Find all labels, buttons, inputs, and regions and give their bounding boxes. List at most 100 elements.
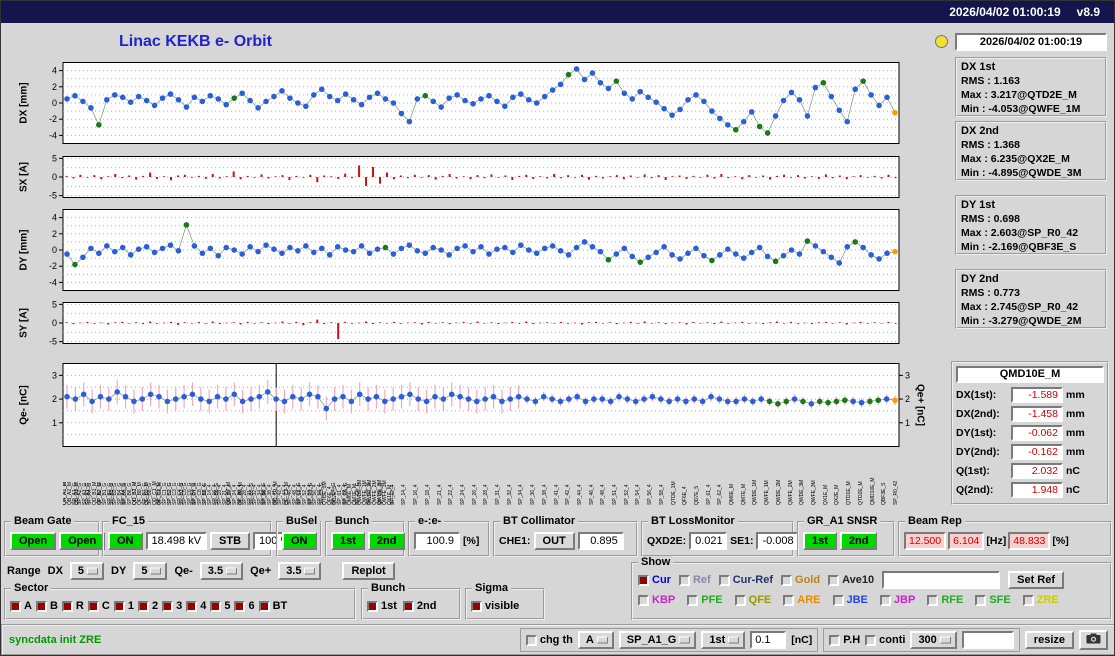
show-checkbox-rfe-box[interactable] [927, 594, 939, 606]
show-checkbox-rfe[interactable]: RFE [927, 594, 963, 606]
sector-checkbox-c[interactable]: C [87, 600, 110, 612]
set-ref-button[interactable]: Set Ref [1008, 571, 1065, 589]
sector-checkbox-6-box[interactable] [234, 600, 246, 612]
sector-checkbox-a-box[interactable] [10, 600, 21, 612]
show-checkbox-cur-ref-box[interactable] [718, 574, 730, 586]
sector-checkbox-r-box[interactable] [61, 600, 73, 612]
show-checkbox-ref-box[interactable] [678, 574, 690, 586]
beam-gate-open-1-button[interactable]: Open [10, 532, 57, 550]
show-checkbox-are[interactable]: ARE [783, 594, 821, 606]
show-checkbox-gold-box[interactable] [781, 574, 793, 586]
ph-checkbox-box[interactable] [829, 634, 841, 646]
bunch-select[interactable]: 1st [701, 631, 746, 649]
fc15-stb-button[interactable]: STB [210, 532, 251, 550]
sector-checkbox-bt[interactable]: BT [258, 600, 287, 612]
chg-th-checkbox[interactable]: chg th [525, 634, 573, 646]
bunch-1st-button[interactable]: 1st [331, 532, 365, 550]
show-checkbox-gold[interactable]: Gold [781, 574, 820, 586]
show-checkbox-kbp[interactable]: KBP [638, 594, 675, 606]
show-checkbox-ave10-box[interactable] [828, 574, 840, 586]
bunch-2nd-button[interactable]: 2nd [367, 532, 406, 550]
range-dy-select[interactable]: 5 [133, 562, 168, 580]
show-checkbox-jbe[interactable]: JBE [832, 594, 868, 606]
show-checkbox-cur[interactable]: Cur [638, 574, 671, 586]
sector-checkbox-a[interactable]: A [10, 600, 32, 612]
conti-checkbox-box[interactable] [865, 634, 877, 646]
threshold-input[interactable] [750, 631, 787, 649]
conti-checkbox[interactable]: conti [865, 634, 905, 646]
show-checkbox-are-box[interactable] [783, 594, 795, 606]
qe-plot[interactable]: 3 2 1 3 2 1 [33, 362, 927, 448]
show-checkbox-jbp-box[interactable] [879, 594, 891, 606]
bunch-checkbox-2nd-box[interactable] [402, 600, 414, 612]
sector-checkbox-1[interactable]: 1 [113, 600, 134, 612]
extra-input[interactable] [961, 631, 1014, 649]
bpm-label: SP_51_4 [612, 484, 619, 505]
sector-checkbox-6[interactable]: 6 [234, 600, 255, 612]
range-qe-plus-select[interactable]: 3.5 [278, 562, 322, 580]
sector-checkbox-c-box[interactable] [87, 600, 99, 612]
mode-select[interactable]: A [577, 631, 614, 649]
sector-checkbox-4[interactable]: 4 [186, 600, 206, 612]
range-dx-select[interactable]: 5 [69, 562, 105, 580]
sigma-visible-checkbox-box[interactable] [471, 600, 482, 612]
sector-checkbox-2-box[interactable] [137, 600, 149, 612]
sector-checkbox-2[interactable]: 2 [137, 600, 158, 612]
show-checkbox-jbp[interactable]: JBP [879, 594, 915, 606]
dy-plot[interactable]: 4 2 0 -2 -4 [33, 208, 927, 292]
stat-box-dx-1st: DX 1st RMS : 1.163 Max : 3.217@QTD2E_M M… [955, 57, 1107, 117]
count-select[interactable]: 300 [910, 631, 957, 649]
show-checkbox-zre[interactable]: ZRE [1022, 594, 1059, 606]
chg-th-checkbox-box[interactable] [525, 634, 537, 646]
gr-a1-1st-button[interactable]: 1st [803, 532, 837, 550]
show-checkbox-ave10[interactable]: Ave10 [828, 574, 874, 586]
replot-button[interactable]: Replot [342, 562, 395, 580]
sector-checkbox-4-box[interactable] [186, 600, 198, 612]
show-checkbox-qfe-box[interactable] [734, 594, 746, 606]
sector-checkbox-bt-box[interactable] [258, 600, 270, 612]
show-checkbox-qfe[interactable]: QFE [734, 594, 771, 606]
ref-name-input[interactable] [882, 571, 1001, 589]
sector-checkbox-3[interactable]: 3 [162, 600, 182, 612]
range-qe-minus-select[interactable]: 3.5 [199, 562, 244, 580]
gr-a1-2nd-button[interactable]: 2nd [839, 532, 878, 550]
show-checkbox-ref[interactable]: Ref [678, 574, 711, 586]
sy-plot[interactable]: 5 0 -5 [33, 301, 927, 345]
che1-state-button[interactable]: OUT [533, 532, 575, 550]
sector-checkbox-r[interactable]: R [61, 600, 84, 612]
show-checkbox-pfe-box[interactable] [687, 594, 699, 606]
show-checkbox-sfe[interactable]: SFE [975, 594, 1011, 606]
sector-checkbox-b-box[interactable] [35, 600, 47, 612]
monitor-row: Q(1st): 2.032 nC [956, 462, 1080, 479]
sector-checkbox-5[interactable]: 5 [210, 600, 230, 612]
show-checkbox-ave10-label: Ave10 [842, 574, 875, 586]
sigma-visible-checkbox[interactable]: visible [471, 600, 519, 612]
device-select[interactable]: SP_A1_G [618, 631, 697, 649]
dx-plot[interactable]: 4 2 0 -2 -4 [33, 61, 927, 145]
show-checkbox-cur-ref[interactable]: Cur-Ref [718, 574, 773, 586]
ph-checkbox[interactable]: P.H [829, 634, 860, 646]
bpm-label: QWDE_1M [752, 479, 759, 505]
show-checkbox-pfe[interactable]: PFE [687, 594, 723, 606]
sx-plot[interactable]: 5 0 -5 [33, 155, 927, 199]
sector-checkbox-b[interactable]: B [35, 600, 58, 612]
bunch-checkbox-1st[interactable]: 1st [367, 600, 397, 612]
show-checkbox-kbp-box[interactable] [638, 594, 649, 606]
resize-button[interactable]: resize [1024, 631, 1074, 649]
show-group: Show Cur Ref Cur-Ref Gold Ave10 Set Ref KBP P… [631, 556, 1112, 620]
bpm-label: SP_14_4 [401, 484, 408, 505]
show-checkbox-zre-box[interactable] [1022, 594, 1034, 606]
sector-checkbox-3-box[interactable] [162, 600, 174, 612]
show-checkbox-jbe-box[interactable] [832, 594, 844, 606]
fc15-on-button[interactable]: ON [108, 532, 143, 550]
bpm-label: QTD1E_M [846, 481, 853, 505]
show-checkbox-cur-box[interactable] [638, 574, 649, 586]
bunch-checkbox-2nd[interactable]: 2nd [402, 600, 436, 612]
bunch-checkbox-1st-box[interactable] [367, 600, 378, 612]
beam-gate-open-2-button[interactable]: Open [59, 532, 106, 550]
busel-on-button[interactable]: ON [282, 532, 317, 550]
sector-checkbox-5-box[interactable] [210, 600, 222, 612]
camera-button[interactable] [1079, 630, 1108, 650]
show-checkbox-sfe-box[interactable] [975, 594, 987, 606]
sector-checkbox-1-box[interactable] [113, 600, 125, 612]
